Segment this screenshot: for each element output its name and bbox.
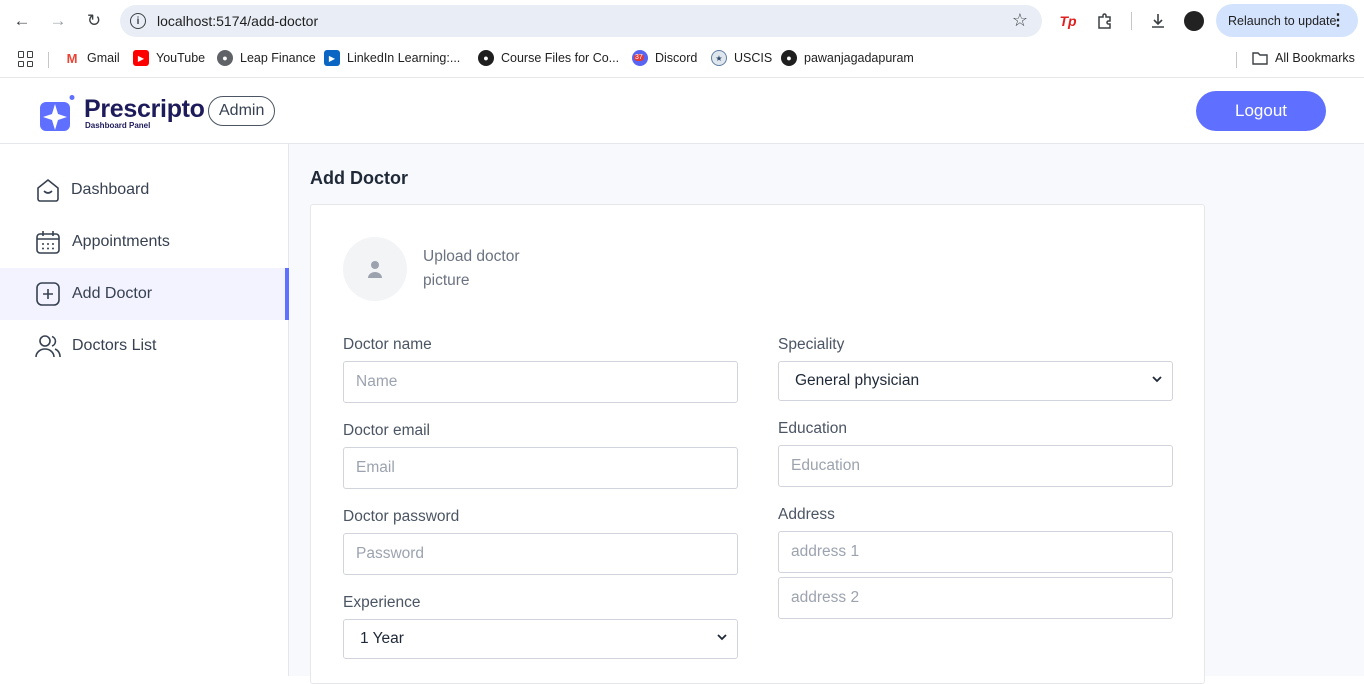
doctor-password-label: Doctor password [343, 508, 460, 525]
brand-name: Prescripto [84, 95, 205, 123]
bookmarks-bar: M Gmail ▶ YouTube ● Leap Finance ▶ Linke… [0, 42, 1364, 78]
bookmark-pawanjagadapuram[interactable]: ● pawanjagadapuram [781, 50, 914, 66]
bookmark-discord[interactable]: 37 Discord [632, 50, 697, 66]
profile-avatar[interactable] [1184, 11, 1204, 31]
address-bar[interactable]: i localhost:5174/add-doctor ☆ [120, 5, 1042, 37]
reload-icon[interactable]: ↻ [82, 9, 106, 33]
extensions-puzzle-icon[interactable] [1094, 10, 1116, 32]
chevron-down-icon [1152, 376, 1162, 383]
bookmark-leap-finance[interactable]: ● Leap Finance [217, 50, 316, 66]
sidebar: Dashboard Appointments Add Doctor Doctor… [0, 144, 289, 676]
education-input[interactable]: Education [778, 445, 1173, 487]
discord-icon: 37 [632, 50, 648, 66]
uscis-icon: ★ [711, 50, 727, 66]
sidebar-item-appointments[interactable]: Appointments [0, 216, 289, 268]
doctor-name-label: Doctor name [343, 336, 432, 353]
bookmark-course-files[interactable]: ● Course Files for Co... [478, 50, 619, 66]
download-icon[interactable] [1147, 10, 1169, 32]
upload-picture-button[interactable] [343, 237, 407, 301]
menu-dots-icon[interactable]: ⋮ [1330, 10, 1346, 30]
relaunch-label: Relaunch to update [1228, 13, 1337, 28]
linkedin-learning-icon: ▶ [324, 50, 340, 66]
github-icon: ● [781, 50, 797, 66]
apps-grid-icon[interactable] [18, 51, 34, 67]
forward-icon[interactable]: → [46, 9, 70, 33]
doctor-email-label: Doctor email [343, 422, 430, 439]
browser-toolbar: ← → ↻ i localhost:5174/add-doctor ☆ Tp R… [0, 0, 1364, 42]
gmail-icon: M [66, 50, 78, 66]
sidebar-item-doctors-list[interactable]: Doctors List [0, 320, 289, 372]
role-badge: Admin [208, 96, 276, 126]
experience-label: Experience [343, 594, 421, 611]
extension-tp-icon[interactable]: Tp [1057, 10, 1079, 32]
education-label: Education [778, 420, 847, 437]
bookmark-gmail[interactable]: M Gmail [64, 50, 120, 66]
address-label: Address [778, 506, 835, 523]
speciality-label: Speciality [778, 336, 845, 353]
add-square-icon [36, 282, 60, 306]
speciality-select[interactable]: General physician [778, 361, 1173, 401]
bookmark-linkedin-learning[interactable]: ▶ LinkedIn Learning:... [324, 50, 460, 66]
github-icon: ● [478, 50, 494, 66]
doctor-email-input[interactable]: Email [343, 447, 738, 489]
bookmark-uscis[interactable]: ★ USCIS [711, 50, 772, 66]
globe-icon: ● [217, 50, 233, 66]
sidebar-item-dashboard[interactable]: Dashboard [0, 164, 289, 216]
url-text[interactable]: localhost:5174/add-doctor [157, 13, 318, 29]
experience-select[interactable]: 1 Year [343, 619, 738, 659]
site-info-icon[interactable]: i [130, 13, 146, 29]
address-line1-input[interactable]: address 1 [778, 531, 1173, 573]
bookmark-star-icon[interactable]: ☆ [1012, 10, 1028, 31]
speciality-value: General physician [795, 372, 920, 389]
upload-picture-label: Upload doctor picture [423, 248, 520, 289]
doctor-name-input[interactable]: Name [343, 361, 738, 403]
main-content: Add Doctor Upload doctor picture Doctor … [289, 144, 1364, 684]
home-icon [37, 178, 59, 202]
doctor-password-input[interactable]: Password [343, 533, 738, 575]
page-title: Add Doctor [310, 168, 408, 188]
youtube-icon: ▶ [133, 50, 149, 66]
logout-button[interactable]: Logout [1196, 91, 1326, 131]
people-icon [35, 335, 61, 358]
chevron-down-icon [717, 634, 727, 641]
app-header: Prescripto Dashboard Panel Admin Logout [0, 79, 1364, 144]
calendar-icon [36, 231, 60, 254]
all-bookmarks[interactable]: All Bookmarks [1252, 50, 1355, 66]
folder-icon [1252, 50, 1268, 66]
logo-icon [40, 95, 75, 131]
user-placeholder-icon [368, 261, 382, 278]
relaunch-button[interactable]: Relaunch to update ⋮ [1216, 4, 1358, 37]
experience-value: 1 Year [360, 630, 404, 647]
add-doctor-form: Upload doctor picture Doctor name Name D… [310, 204, 1205, 684]
brand-subtitle: Dashboard Panel [85, 121, 151, 130]
address-line2-input[interactable]: address 2 [778, 577, 1173, 619]
bookmark-youtube[interactable]: ▶ YouTube [133, 50, 205, 66]
sidebar-item-add-doctor[interactable]: Add Doctor [0, 268, 289, 320]
back-icon[interactable]: ← [10, 9, 34, 33]
